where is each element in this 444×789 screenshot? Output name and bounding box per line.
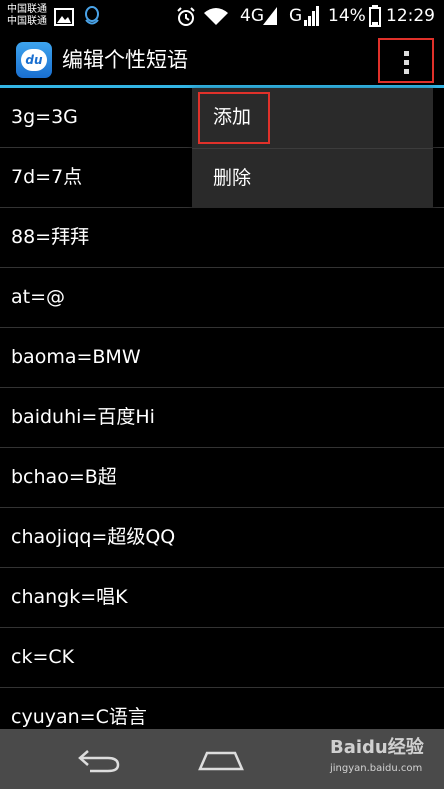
more-vert-dot (404, 69, 409, 74)
carrier-2: 中国联通 (7, 16, 47, 27)
watermark-url: jingyan.baidu.com (330, 763, 423, 774)
wifi-icon (204, 8, 228, 25)
watermark-brand: Baidu经验 (330, 737, 424, 758)
battery-percent: 14% (328, 6, 366, 26)
list-item[interactable]: baiduhi=百度Hi (0, 388, 444, 448)
more-vert-dot (404, 60, 409, 65)
menu-item-delete[interactable]: 删除 (192, 149, 433, 209)
app-icon-label: du (21, 49, 47, 71)
app-icon[interactable]: du (16, 42, 52, 78)
battery-icon (369, 5, 381, 27)
carrier-labels: 中国联通 中国联通 (7, 4, 47, 28)
signal-icon-1 (263, 7, 277, 25)
more-vert-icon (404, 51, 409, 56)
network-type-1: 4G (240, 6, 264, 26)
menu-item-add[interactable]: 添加 (192, 88, 433, 148)
list-item[interactable]: 88=拜拜 (0, 208, 444, 268)
qq-icon (85, 6, 99, 25)
gallery-icon (54, 8, 74, 26)
overflow-dropdown-menu: 添加 删除 (192, 88, 433, 208)
list-item[interactable]: ck=CK (0, 628, 444, 688)
home-button[interactable] (197, 743, 245, 775)
signal-icon-2 (304, 6, 319, 26)
list-item[interactable]: bchao=B超 (0, 448, 444, 508)
list-item[interactable]: chaojiqq=超级QQ (0, 508, 444, 568)
menu-item-delete-label: 删除 (213, 167, 252, 189)
clock: 12:29 (386, 6, 435, 26)
navigation-bar: Baidu经验 jingyan.baidu.com (0, 729, 444, 789)
network-type-2: G (289, 6, 303, 26)
status-bar: 中国联通 中国联通 4G G 14% 12:29 (0, 0, 444, 34)
alarm-icon (177, 7, 195, 26)
page-title: 编辑个性短语 (62, 48, 188, 72)
menu-item-add-label: 添加 (213, 106, 252, 128)
back-button[interactable] (76, 743, 122, 775)
baidu-watermark: Baidu经验 jingyan.baidu.com (330, 737, 424, 775)
overflow-menu-button[interactable] (378, 38, 434, 83)
action-bar: du 编辑个性短语 (0, 34, 444, 88)
list-item[interactable]: changk=唱K (0, 568, 444, 628)
list-item[interactable]: baoma=BMW (0, 328, 444, 388)
list-item[interactable]: at=@ (0, 268, 444, 328)
carrier-1: 中国联通 (7, 4, 47, 15)
